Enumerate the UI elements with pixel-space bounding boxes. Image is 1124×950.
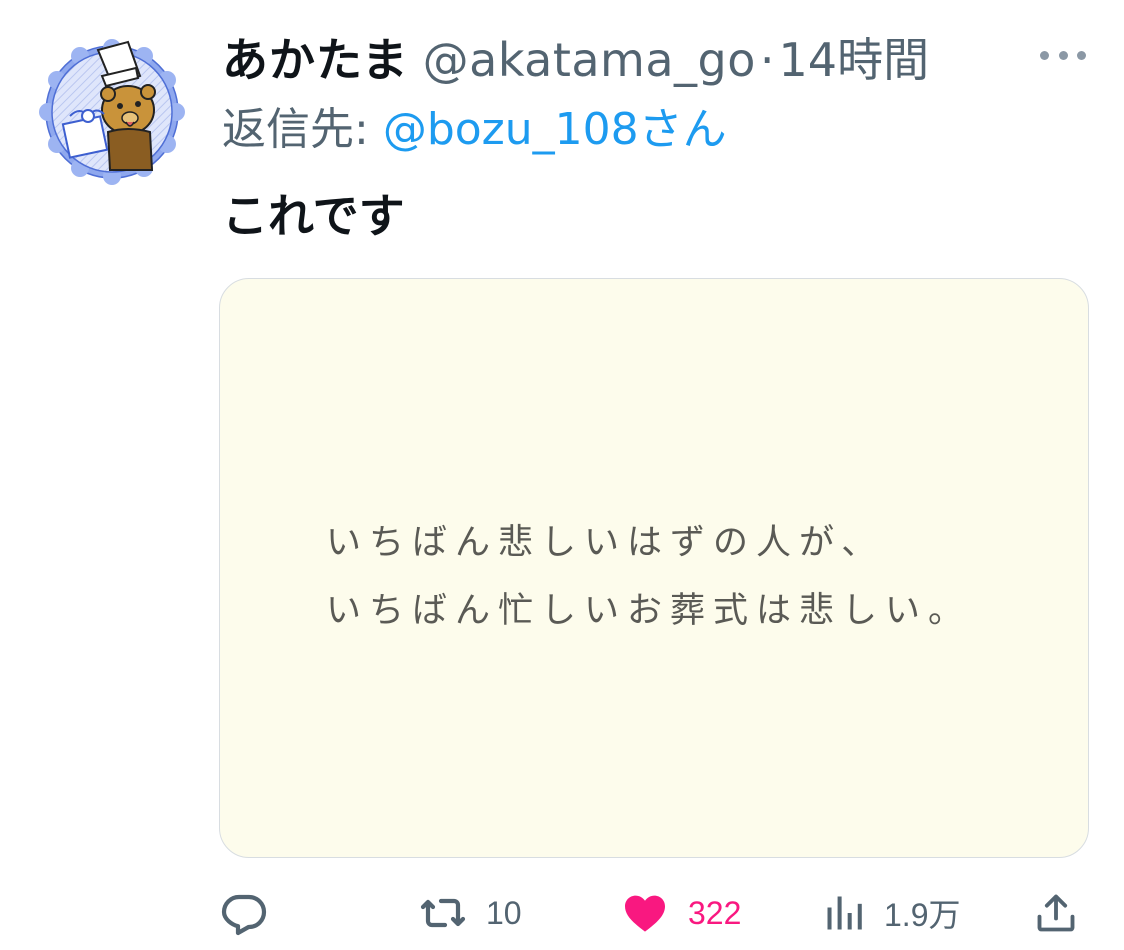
media-image[interactable]: いちばん悲しいはずの人が、 いちばん忙しいお葬式は悲しい。 xyxy=(219,278,1089,858)
display-name[interactable]: あかたま xyxy=(222,30,409,90)
retweet-icon xyxy=(420,898,466,928)
media-text: いちばん悲しいはずの人が、 いちばん忙しいお葬式は悲しい。 xyxy=(326,509,971,645)
like-button[interactable]: 322 xyxy=(620,880,741,946)
retweet-button[interactable]: 10 xyxy=(418,880,522,946)
retweet-count: 10 xyxy=(486,894,522,931)
action-bar: 10 322 1.9万 xyxy=(0,880,1124,946)
share-button[interactable] xyxy=(1034,880,1078,946)
reply-to-prefix: 返信先: xyxy=(222,104,383,155)
views-button[interactable]: 1.9万 xyxy=(822,880,961,946)
reply-to: 返信先: @bozu_108さん xyxy=(222,100,727,160)
like-count: 322 xyxy=(688,894,742,931)
reply-icon xyxy=(221,894,267,936)
avatar[interactable] xyxy=(36,36,188,188)
tweet-text: これです xyxy=(222,189,405,243)
views-count: 1.9万 xyxy=(884,897,961,933)
heart-icon xyxy=(625,895,665,932)
reply-button[interactable] xyxy=(220,880,268,946)
tweet-header: あかたま @akatama_go · 14時間 xyxy=(222,30,929,90)
more-options-icon[interactable] xyxy=(1040,40,1086,70)
separator: · xyxy=(759,33,775,87)
reply-to-mention[interactable]: @bozu_108さん xyxy=(383,104,727,155)
media-text-line-1: いちばん悲しいはずの人が、 xyxy=(326,523,885,563)
handle[interactable]: @akatama_go xyxy=(423,30,756,90)
chef-bear-avatar-icon xyxy=(36,36,188,188)
tweet: あかたま @akatama_go · 14時間 返信先: @bozu_108さん… xyxy=(0,0,1124,950)
media-text-line-2: いちばん忙しいお葬式は悲しい。 xyxy=(326,591,972,631)
timestamp[interactable]: 14時間 xyxy=(779,30,930,90)
share-icon xyxy=(1037,894,1075,932)
views-icon xyxy=(827,896,862,930)
